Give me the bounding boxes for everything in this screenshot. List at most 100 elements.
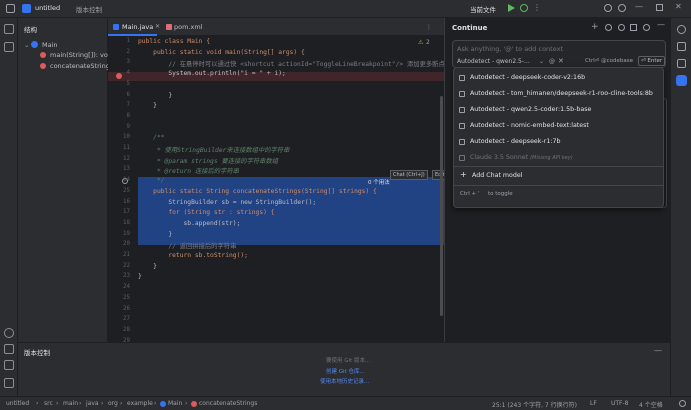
line-number[interactable]: 21 (108, 252, 130, 258)
create-git-repo-link[interactable]: 创建 Git 仓库... (326, 367, 365, 375)
breadcrumb-3[interactable]: java (86, 400, 99, 407)
line-number[interactable]: 8 (108, 113, 131, 119)
code-line[interactable]: public class Main { (138, 38, 210, 45)
breadcrumb-6[interactable]: Main (168, 400, 182, 407)
tools-icon[interactable]: ✕ (558, 57, 564, 65)
tree-class-main[interactable]: Main (42, 41, 58, 49)
main-menu-icon[interactable] (6, 4, 15, 13)
line-number[interactable]: 20 (108, 241, 130, 247)
debug-icon[interactable] (520, 4, 528, 12)
more-tabs-icon[interactable]: ⋮ (426, 24, 432, 31)
model-option-1[interactable]: Autodetect - tom_himanen/deepseek-r1-roo… (454, 86, 663, 102)
caret-position[interactable]: 25:1 (243 个字符, 7 行换行符) (492, 400, 577, 409)
line-number[interactable]: 25 (108, 295, 130, 301)
code-line[interactable]: // 在悬停时可以通过快 <shortcut actionId="ToggleL… (138, 59, 444, 68)
line-number[interactable]: 5 (108, 81, 131, 87)
code-line[interactable]: StringBuilder sb = new StringBuilder(); (138, 199, 316, 206)
tab-pom-xml[interactable]: pom.xml (160, 18, 207, 36)
model-option-2[interactable]: Autodetect - qwen2.5-coder:1.5b-base (454, 102, 663, 118)
line-number[interactable]: 19 (108, 231, 130, 237)
run-icon[interactable] (508, 4, 515, 12)
line-number[interactable]: 9 (108, 124, 131, 130)
warnings-count[interactable]: 2 (426, 39, 430, 46)
chevron-down-icon[interactable]: ⌄ (539, 58, 544, 65)
line-number[interactable]: 2 (108, 49, 131, 55)
code-line[interactable]: public static void main(String[] args) { (138, 49, 305, 56)
expand-icon[interactable] (630, 24, 637, 31)
code-line[interactable]: for (String str : strings) { (138, 209, 274, 216)
tree-method-concatenate[interactable]: concatenateStrings (50, 62, 113, 70)
model-option-0[interactable]: Autodetect - deepseek-coder-v2:16b (454, 70, 663, 86)
line-number[interactable]: 25 (108, 188, 130, 194)
warning-icon[interactable]: ⚠ (418, 39, 423, 46)
line-separator[interactable]: LF (590, 400, 597, 407)
code-line[interactable]: } (138, 92, 172, 99)
enter-button[interactable]: ⏎ Enter (638, 56, 666, 66)
line-number[interactable]: 14 (108, 177, 130, 183)
breadcrumb-1[interactable]: src (44, 400, 53, 407)
line-number[interactable]: 17 (108, 209, 130, 215)
model-option-3[interactable]: Autodetect - nomic-embed-text:latest (454, 118, 663, 134)
structure-tool-icon[interactable] (4, 42, 14, 52)
tab-main-java[interactable]: Main.java (108, 18, 158, 36)
vcs-widget[interactable]: 版本控制 (76, 4, 102, 14)
hide-panel-icon[interactable]: — (654, 346, 662, 355)
line-number[interactable]: 26 (108, 306, 130, 312)
codebase-hint[interactable]: Ctrl⏎ @codebase (585, 58, 633, 64)
terminal-tool-icon[interactable] (4, 344, 14, 354)
line-number[interactable]: 4 (108, 70, 131, 76)
settings-icon[interactable] (618, 4, 626, 12)
code-line[interactable]: System.out.println("i = " + i); (138, 70, 286, 77)
code-line[interactable]: } (138, 263, 157, 270)
breadcrumb-0[interactable]: untitled (6, 400, 29, 407)
history-icon[interactable] (605, 24, 612, 31)
line-number[interactable]: 22 (108, 263, 130, 269)
line-number[interactable]: 11 (108, 145, 130, 151)
line-number[interactable]: 27 (108, 316, 130, 322)
code-line[interactable]: sb.append(str); (138, 220, 240, 227)
file-encoding[interactable]: UTF-8 (611, 400, 629, 407)
lock-icon[interactable] (679, 400, 686, 407)
line-number[interactable]: 28 (108, 327, 130, 333)
line-number[interactable]: 1 (108, 38, 131, 44)
line-number[interactable]: 16 (108, 199, 130, 205)
line-number[interactable]: 18 (108, 220, 130, 226)
search-everywhere-icon[interactable] (604, 4, 612, 12)
line-number[interactable]: 23 (108, 273, 130, 279)
code-editor[interactable]: ⚠ 2 0 个用法 Chat (Ctrl+J) Edit 1public cla… (108, 36, 444, 342)
at-mention-icon[interactable]: @ (549, 58, 555, 65)
database-icon[interactable] (677, 42, 686, 51)
add-chat-model-option[interactable]: + Add Chat model (454, 168, 663, 184)
breadcrumb-4[interactable]: org (108, 400, 118, 407)
settings-icon[interactable] (618, 24, 625, 31)
code-line[interactable]: * @return 连接后的字符串 (138, 166, 239, 175)
problems-tool-icon[interactable] (4, 360, 14, 370)
usages-hint[interactable]: 0 个用法 (368, 178, 390, 186)
chat-input-box[interactable]: Ask anything, '@' to add context Autodet… (452, 40, 666, 68)
chevron-down-icon[interactable]: ⌄ (24, 41, 29, 49)
indent-setting[interactable]: 4 个空格 (639, 400, 663, 409)
code-line[interactable]: * 使用StringBuilder来连接数组中的字符串 (138, 145, 289, 154)
model-option-4[interactable]: Autodetect - deepseek-r1:7b (454, 134, 663, 150)
breadcrumb-2[interactable]: main (63, 400, 78, 407)
minimize-panel-icon[interactable]: — (657, 20, 665, 29)
vcs-tool-icon[interactable] (4, 378, 14, 388)
new-session-icon[interactable]: + (591, 22, 599, 32)
close-icon[interactable]: ✕ (675, 2, 682, 11)
chat-input-placeholder[interactable]: Ask anything, '@' to add context (457, 45, 563, 53)
line-number[interactable]: 10 (108, 134, 130, 140)
line-number[interactable]: 13 (108, 166, 130, 172)
code-line[interactable]: } (138, 102, 157, 109)
project-tool-icon[interactable] (4, 24, 14, 34)
code-line[interactable]: } (138, 273, 142, 280)
notifications-icon[interactable] (677, 25, 686, 34)
local-history-link[interactable]: 使用本地历史记录... (320, 377, 369, 385)
maximize-icon[interactable] (656, 4, 663, 11)
minimize-icon[interactable]: — (635, 2, 643, 11)
line-number[interactable]: 24 (108, 284, 130, 290)
tree-method-main[interactable]: main(String[]): void (50, 51, 114, 59)
breadcrumb-7[interactable]: concatenateStrings (199, 400, 257, 407)
continue-icon[interactable] (676, 75, 687, 86)
project-name[interactable]: untitled (35, 4, 60, 12)
run-config-selector[interactable]: 当前文件 (470, 4, 496, 14)
